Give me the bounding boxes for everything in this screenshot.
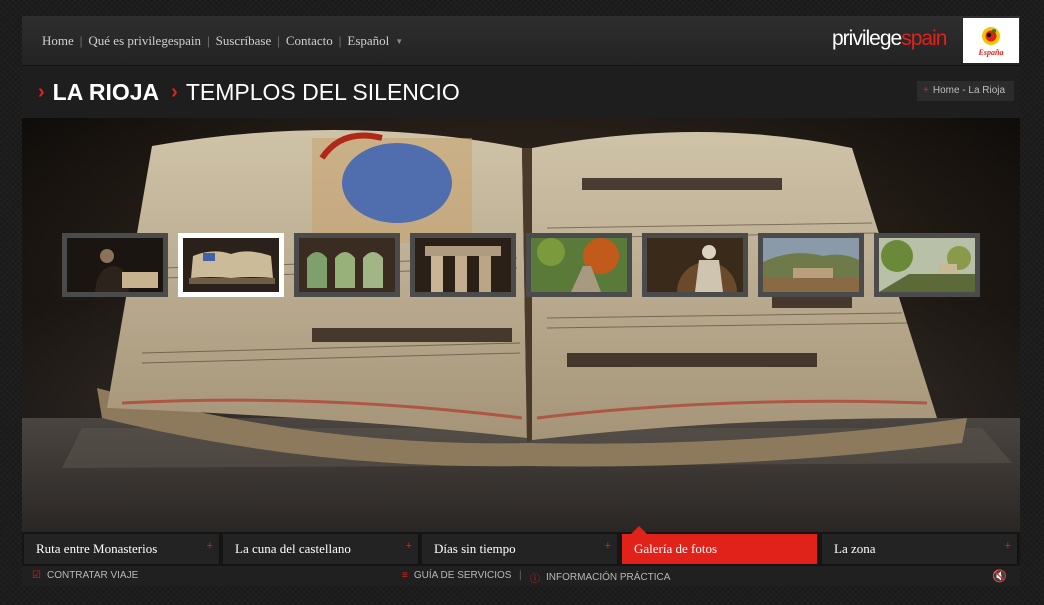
nav-about[interactable]: Qué es privilegespain: [88, 33, 201, 49]
chevron-right-icon: ›: [38, 81, 45, 103]
contract-trip-label: CONTRATAR VIAJE: [46, 570, 139, 581]
services-guide-link[interactable]: ≡ GUÍA DE SERVICIOS: [402, 570, 511, 581]
main-nav: Home | Qué es privilegespain | Suscríbas…: [42, 33, 403, 49]
tab-label: Galería de fotos: [634, 541, 718, 556]
tab-la-zona[interactable]: La zona +: [822, 534, 1018, 564]
hero-image: [22, 118, 1020, 532]
nav-contact[interactable]: Contacto: [286, 33, 333, 49]
title-bar: › LA RIOJA › TEMPLOS DEL SILENCIO + Home …: [22, 66, 1020, 118]
photo-autumn-path: [531, 238, 627, 292]
nav-separator: |: [277, 33, 280, 48]
open-book-illustration: [22, 129, 1020, 532]
brand-name: privilege: [832, 27, 902, 50]
checkbox-icon: ☑: [32, 570, 41, 581]
info-icon: ⓘ: [530, 574, 540, 585]
section-title: TEMPLOS DEL SILENCIO: [185, 79, 460, 105]
footer-bar: ☑ CONTRATAR VIAJE ≡ GUÍA DE SERVICIOS | …: [22, 566, 1020, 586]
photo-arched-windows: [299, 238, 395, 292]
photo-stone-saint-statue: [647, 238, 743, 292]
tab-label: La cuna del castellano: [235, 541, 351, 556]
plus-icon: +: [405, 540, 412, 552]
tab-label: Días sin tiempo: [434, 541, 516, 556]
logo-word: España: [978, 47, 1004, 57]
brand-logo[interactable]: privilegespain: [832, 27, 947, 51]
plus-icon: +: [1004, 540, 1011, 552]
chevron-right-icon: ›: [171, 81, 178, 103]
nav-separator: |: [79, 33, 83, 48]
footer-separator: |: [519, 570, 522, 581]
page-title: › LA RIOJA › TEMPLOS DEL SILENCIO: [38, 79, 460, 106]
thumbnail[interactable]: [178, 233, 284, 297]
contract-trip-link[interactable]: ☑ CONTRATAR VIAJE: [32, 570, 138, 581]
photo-monastery-valley: [763, 238, 859, 292]
spain-logo[interactable]: España: [963, 18, 1019, 63]
top-bar: Home | Qué es privilegespain | Suscríbas…: [22, 16, 1020, 66]
breadcrumb[interactable]: + Home - La Rioja: [917, 81, 1014, 101]
tab-cuna-castellano[interactable]: La cuna del castellano +: [223, 534, 419, 564]
tab-label: La zona: [834, 541, 876, 556]
region-title: LA RIOJA: [52, 79, 160, 105]
sun-icon: [982, 26, 1000, 45]
breadcrumb-label: Home - La Rioja: [932, 85, 1006, 96]
plus-icon: +: [206, 540, 213, 552]
thumbnail[interactable]: [410, 233, 516, 297]
photo-open-choir-book: [183, 238, 279, 292]
section-tabs: Ruta entre Monasterios + La cuna del cas…: [22, 526, 1020, 566]
list-icon: ≡: [402, 570, 408, 581]
tab-galeria-fotos[interactable]: Galería de fotos: [622, 526, 818, 564]
nav-separator: |: [338, 33, 342, 48]
caret-down-icon[interactable]: ▼: [395, 37, 403, 46]
brand-name-accent: spain: [901, 27, 947, 50]
plus-icon: +: [604, 540, 611, 552]
page-frame: Home | Qué es privilegespain | Suscríbas…: [22, 16, 1020, 586]
nav-home[interactable]: Home: [42, 33, 74, 49]
tab-ruta-monasterios[interactable]: Ruta entre Monasterios +: [24, 534, 220, 564]
photo-stone-columns: [415, 238, 511, 292]
sound-mute-icon[interactable]: 🔇: [992, 569, 1007, 583]
language-selector[interactable]: Español: [347, 33, 389, 49]
tab-label: Ruta entre Monasterios: [36, 541, 158, 556]
services-guide-label: GUÍA DE SERVICIOS: [413, 570, 512, 581]
photo-monk-reading: [67, 238, 163, 292]
thumbnail-strip: [62, 233, 982, 297]
thumbnail[interactable]: [642, 233, 748, 297]
thumbnail[interactable]: [758, 233, 864, 297]
practical-info-link[interactable]: ⓘ INFORMACIÓN PRÁCTICA: [530, 570, 670, 585]
practical-info-label: INFORMACIÓN PRÁCTICA: [546, 572, 671, 583]
plus-icon: +: [923, 85, 929, 96]
photo-tree-lined-road: [879, 238, 975, 292]
thumbnail[interactable]: [62, 233, 168, 297]
nav-subscribe[interactable]: Suscríbase: [216, 33, 272, 49]
tab-dias-sin-tiempo[interactable]: Días sin tiempo +: [422, 534, 618, 564]
thumbnail[interactable]: [294, 233, 400, 297]
thumbnail[interactable]: [874, 233, 980, 297]
nav-separator: |: [207, 33, 210, 48]
thumbnail[interactable]: [526, 233, 632, 297]
